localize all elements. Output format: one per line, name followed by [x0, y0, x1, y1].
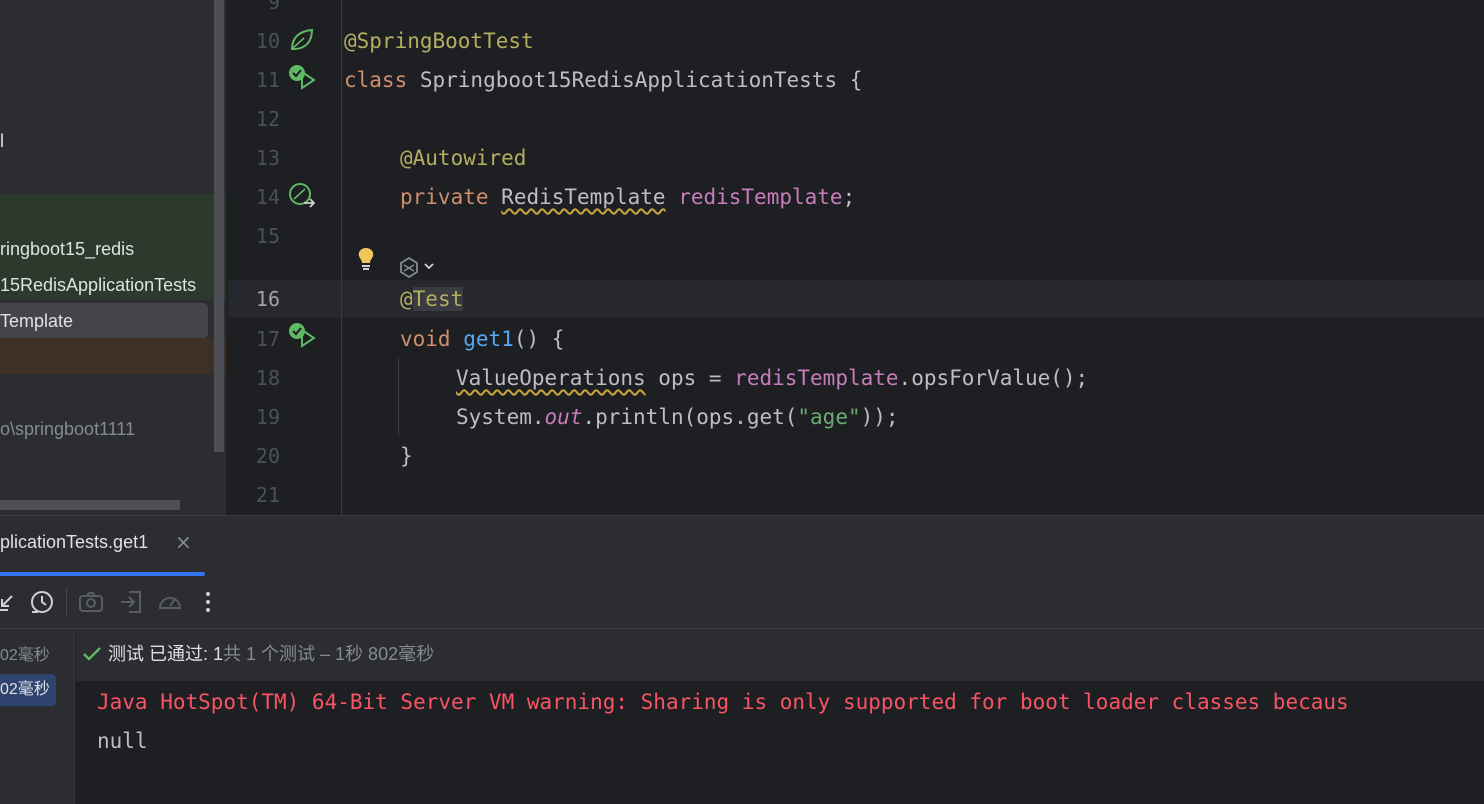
- keyword: void: [400, 327, 451, 351]
- tests-passed-label: 测试 已通过: 1: [108, 644, 224, 664]
- indent-guide: [398, 358, 399, 436]
- code-line-11: class Springboot15RedisApplicationTests …: [344, 61, 862, 100]
- tree-item-duration[interactable]: 02毫秒: [0, 641, 50, 671]
- line-number: 13: [255, 146, 280, 170]
- more-icon[interactable]: [194, 588, 222, 616]
- static-field: out: [544, 405, 583, 429]
- toolbar-separator: [66, 588, 67, 616]
- project-tree-item-package[interactable]: ringboot15_redis: [0, 231, 134, 267]
- code-line-13: @Autowired: [400, 139, 526, 178]
- code-text: ops =: [645, 366, 735, 390]
- run-tab[interactable]: plicationTests.get1 ×: [0, 516, 205, 576]
- line-number: 21: [255, 483, 280, 507]
- excluded-highlight: [0, 338, 226, 374]
- gutter-separator: [341, 0, 342, 515]
- intention-bulb-icon[interactable]: [356, 246, 376, 272]
- field-name: redisTemplate: [678, 185, 843, 209]
- code-line-14: private RedisTemplate redisTemplate;: [400, 178, 855, 217]
- code-text: .opsForValue();: [898, 366, 1089, 390]
- run-test-passed-icon[interactable]: [288, 64, 318, 92]
- line-number: 12: [255, 107, 280, 131]
- project-tree-item[interactable]: l: [0, 123, 4, 159]
- method-name: get1: [463, 327, 514, 351]
- spring-bean-icon[interactable]: [288, 27, 316, 53]
- code-line-19: System.out.println(ops.get("age"));: [456, 398, 899, 437]
- project-horizontal-scrollbar[interactable]: [0, 500, 180, 510]
- punctuation: ;: [842, 185, 856, 209]
- import-icon[interactable]: [117, 588, 145, 616]
- type-name: RedisTemplate: [501, 185, 666, 209]
- run-tab-label: plicationTests.get1: [0, 532, 149, 552]
- line-number: 10: [255, 29, 280, 53]
- project-tree-item-test-class[interactable]: 15RedisApplicationTests: [0, 267, 196, 303]
- line-number: 14: [255, 185, 280, 209]
- gauge-icon[interactable]: [156, 588, 184, 616]
- console-output-line: null: [97, 729, 148, 753]
- project-tree-item-template[interactable]: Template: [0, 303, 73, 339]
- console-output[interactable]: Java HotSpot(TM) 64-Bit Server VM warnin…: [76, 681, 1484, 804]
- line-number: 20: [255, 444, 280, 468]
- line-number: 18: [255, 366, 280, 390]
- line-number: 17: [255, 327, 280, 351]
- code-line-18: ValueOperations ops = redisTemplate.opsF…: [456, 359, 1088, 398]
- line-number: 15: [255, 224, 280, 248]
- autowired-navigate-icon[interactable]: [288, 182, 318, 210]
- check-icon: [83, 647, 101, 661]
- line-number-current: 16: [255, 287, 280, 311]
- run-test-passed-icon[interactable]: [288, 322, 318, 350]
- annotation-at: @: [400, 287, 413, 311]
- code-line-10: @SpringBootTest: [344, 22, 534, 61]
- run-toolbar: [0, 576, 1484, 629]
- console-warning-line: Java HotSpot(TM) 64-Bit Server VM warnin…: [97, 690, 1349, 714]
- annotation-name: Test: [412, 287, 464, 311]
- code-text: System.: [456, 405, 545, 429]
- keyword: class: [344, 68, 408, 92]
- history-icon[interactable]: [28, 588, 56, 616]
- type-name: ValueOperations: [456, 366, 646, 390]
- field-name: redisTemplate: [734, 366, 899, 390]
- run-tool-window: plicationTests.get1 × 02毫秒 02毫秒 测试 已通过: …: [0, 515, 1484, 804]
- code-line-20: }: [400, 437, 413, 476]
- test-status-text: 测试 已通过: 1共 1 个测试 – 1秒 802毫秒: [108, 640, 434, 666]
- code-text: ));: [860, 405, 899, 429]
- ai-assistant-icon[interactable]: [398, 256, 440, 278]
- code-line-17: void get1() {: [400, 320, 564, 359]
- run-tab-bar: plicationTests.get1 ×: [0, 516, 1484, 577]
- line-number: 19: [255, 405, 280, 429]
- line-number: 9: [267, 0, 280, 14]
- closing-brace: }: [400, 444, 413, 468]
- string-literal: "age": [797, 405, 861, 429]
- tests-summary: 共 1 个测试 – 1秒 802毫秒: [223, 644, 435, 664]
- close-icon[interactable]: ×: [175, 530, 192, 554]
- annotation: @Autowired: [400, 146, 527, 170]
- annotation: @SpringBootTest: [344, 29, 534, 53]
- collapse-icon[interactable]: [0, 588, 22, 616]
- project-panel: l ringboot15_redis 15RedisApplicationTes…: [0, 0, 226, 515]
- test-results-tree: 02毫秒 02毫秒: [0, 629, 75, 804]
- line-number: 11: [255, 68, 280, 92]
- code-editor[interactable]: 9 10 11 12 13 14 15 16 17 18 19 20 21 @S…: [228, 0, 1484, 515]
- punctuation: () {: [513, 327, 565, 351]
- code-text: .println(ops.get(: [582, 405, 798, 429]
- keyword: private: [400, 185, 489, 209]
- project-tree-item-path[interactable]: o\springboot1111: [0, 411, 135, 447]
- class-declaration: Springboot15RedisApplicationTests {: [407, 68, 863, 92]
- tree-item-duration-selected[interactable]: 02毫秒: [0, 675, 50, 705]
- project-vertical-scrollbar[interactable]: [214, 0, 224, 452]
- camera-icon[interactable]: [77, 588, 105, 616]
- test-status-bar: 测试 已通过: 1共 1 个测试 – 1秒 802毫秒: [76, 629, 1484, 681]
- code-line-16: @Test: [400, 280, 464, 319]
